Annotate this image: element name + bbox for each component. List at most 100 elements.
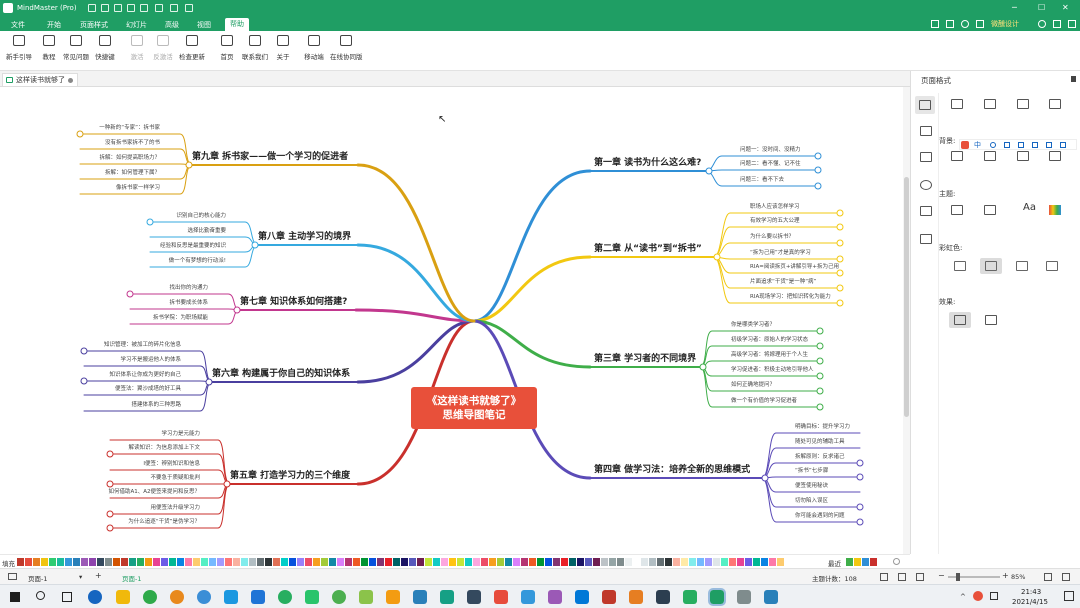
tray-ime-icon[interactable] [973, 591, 983, 601]
branch-topic[interactable]: 第七章 知识体系如何搭建? [240, 298, 347, 307]
page-view-icon[interactable] [8, 573, 17, 580]
color-swatch[interactable] [177, 558, 184, 566]
color-swatch[interactable] [729, 558, 736, 566]
ime-keyboard-icon[interactable] [1018, 142, 1024, 148]
color-swatch[interactable] [169, 558, 176, 566]
clipart-icon[interactable] [920, 180, 932, 190]
color-swatch[interactable] [153, 558, 160, 566]
color-swatch[interactable] [25, 558, 32, 566]
ribbon-guide-button[interactable]: 新手引导 [6, 35, 32, 69]
collapse-toggle-icon[interactable] [146, 218, 154, 226]
color-swatch[interactable] [377, 558, 384, 566]
color-swatch[interactable] [657, 558, 664, 566]
collapse-toggle-icon[interactable] [836, 299, 844, 307]
note-icon[interactable] [920, 234, 932, 244]
numbering-icon[interactable] [1049, 99, 1061, 109]
color-swatch[interactable] [409, 558, 416, 566]
branch-toggle-icon[interactable] [185, 161, 193, 169]
undo-icon[interactable] [88, 4, 96, 12]
help-icon[interactable] [1068, 20, 1076, 28]
color-swatch[interactable] [81, 558, 88, 566]
print-icon[interactable] [155, 4, 163, 12]
clock-time[interactable]: 21:43 [1021, 588, 1041, 596]
ribbon-shortcuts-button[interactable]: 快捷键 [92, 35, 118, 69]
collapse-toggle-icon[interactable] [814, 152, 822, 160]
save-icon[interactable] [140, 4, 148, 12]
network-icon[interactable] [990, 592, 998, 600]
windows-start-icon[interactable] [10, 592, 20, 602]
collapse-toggle-icon[interactable] [816, 327, 824, 335]
theme-color-icon[interactable] [1049, 205, 1061, 215]
close-icon[interactable]: ✕ [1062, 3, 1069, 12]
subtopic[interactable]: 没有拆书家拆不了的书 [105, 140, 160, 147]
color-swatch[interactable] [481, 558, 488, 566]
subtopic[interactable]: I便签：辨别知识和信息 [143, 461, 200, 468]
subtopic[interactable]: 用便签法升级学习力 [150, 505, 200, 512]
color-swatch[interactable] [633, 558, 640, 566]
subtopic[interactable]: 为什么追逐“干货”是伪学习？ [128, 519, 200, 526]
clock-date[interactable]: 2021/4/15 [1012, 598, 1048, 606]
subtopic[interactable]: 你是哪类学习者？ [731, 322, 775, 329]
outline-icon[interactable] [920, 126, 932, 136]
more-colors-icon[interactable] [893, 558, 900, 565]
subtopic[interactable]: 不要急于质疑和批判 [150, 475, 200, 482]
branch-topic[interactable]: 第四章 做学习法：培养全新的思维模式 [594, 466, 750, 475]
subtopic[interactable]: 知识体系让你成为更好的自己 [109, 372, 181, 379]
publish-icon[interactable] [976, 20, 984, 28]
collapse-toggle-icon[interactable] [816, 357, 824, 365]
user-icon[interactable] [1038, 20, 1046, 28]
unsaved-dot-icon[interactable] [68, 78, 73, 83]
subtopic[interactable]: 识别自己的核心能力 [176, 213, 226, 220]
subtopic[interactable]: 做一个有价值的学习促进者 [731, 398, 797, 405]
color-swatch[interactable] [401, 558, 408, 566]
color-swatch[interactable] [577, 558, 584, 566]
fit-page-icon[interactable] [880, 573, 888, 581]
color-swatch[interactable] [521, 558, 528, 566]
subtopic[interactable]: 拆书要成长体系 [169, 300, 208, 307]
redo-icon[interactable] [101, 4, 109, 12]
collapse-toggle-icon[interactable] [80, 377, 88, 385]
collapse-toggle-icon[interactable] [106, 524, 114, 532]
ribbon-contact-button[interactable]: 联系我们 [242, 35, 268, 69]
color-swatch[interactable] [529, 558, 536, 566]
ribbon-tutorial-button[interactable]: 教程 [36, 35, 62, 69]
vertical-scroll-thumb[interactable] [904, 177, 909, 417]
collapse-toggle-icon[interactable] [836, 255, 844, 263]
focus-icon[interactable] [916, 573, 924, 581]
color-swatch[interactable] [281, 558, 288, 566]
color-swatch[interactable] [497, 558, 504, 566]
collapse-toggle-icon[interactable] [816, 403, 824, 411]
collapse-toggle-icon[interactable] [836, 209, 844, 217]
color-swatch[interactable] [201, 558, 208, 566]
subtopic[interactable]: 如何正确地提问？ [731, 382, 775, 389]
color-swatch[interactable] [417, 558, 424, 566]
color-swatch[interactable] [241, 558, 248, 566]
new-file-icon[interactable] [114, 4, 122, 12]
subtopic[interactable]: 便签使用秘诀 [795, 483, 828, 490]
expand-icon[interactable] [1062, 573, 1070, 581]
zoom-out-icon[interactable]: − [938, 571, 945, 580]
subtopic[interactable]: 拆解原则：反求诸己 [795, 454, 845, 461]
subtopic[interactable]: 为什么要以拆书？ [750, 234, 794, 241]
effect-option-2[interactable] [980, 312, 1002, 328]
rainbow-option-3[interactable] [1011, 258, 1033, 274]
image-icon[interactable] [920, 152, 932, 162]
color-swatch[interactable] [161, 558, 168, 566]
color-swatch[interactable] [601, 558, 608, 566]
subtopic[interactable]: 做一个有梦想的行动派! [169, 258, 226, 265]
color-swatch[interactable] [665, 558, 672, 566]
collapse-toggle-icon[interactable] [856, 503, 864, 511]
color-swatch[interactable] [113, 558, 120, 566]
color-swatch[interactable] [297, 558, 304, 566]
ribbon-faq-button[interactable]: 常见问题 [63, 35, 89, 69]
layout-grid-icon[interactable] [951, 99, 963, 109]
color-swatch[interactable] [273, 558, 280, 566]
subtopic[interactable]: 问题一：没时间、没精力 [740, 147, 801, 154]
subtopic[interactable]: 如何借助A1、A2便签来提问和反思？ [108, 489, 200, 496]
collapse-toggle-icon[interactable] [80, 347, 88, 355]
subtopic[interactable]: 拆解：如何管理下属？ [105, 170, 160, 177]
color-swatch[interactable] [457, 558, 464, 566]
ribbon-online-button[interactable]: 在线协同版 [330, 35, 363, 69]
color-swatches[interactable] [17, 558, 827, 566]
color-swatch[interactable] [313, 558, 320, 566]
